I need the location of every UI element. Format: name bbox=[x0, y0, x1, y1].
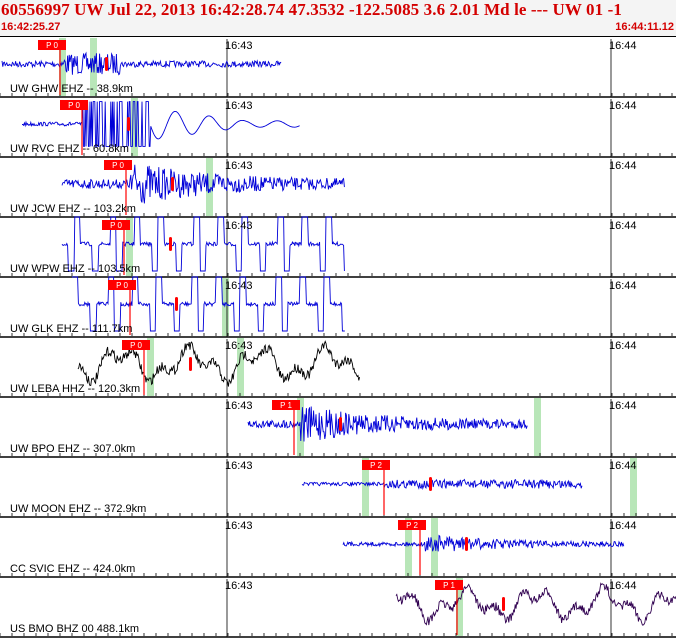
pick-label: P 1 bbox=[443, 581, 455, 590]
pick-label: P 0 bbox=[46, 41, 58, 50]
minute-tick-label: 16:44 bbox=[609, 40, 637, 52]
minute-tick-label: 16:44 bbox=[609, 100, 637, 112]
coda-marker bbox=[189, 357, 192, 371]
pick-label: P 2 bbox=[406, 521, 418, 530]
minute-tick-label: 16:43 bbox=[225, 580, 253, 592]
window-start-time: 16:42:25.27 bbox=[1, 21, 61, 33]
waveform-trace bbox=[61, 164, 345, 204]
pick-label: P 0 bbox=[130, 341, 142, 350]
station-channel-label: US BMO BHZ 00 488.1km bbox=[10, 623, 139, 635]
minute-tick-label: 16:44 bbox=[609, 220, 637, 232]
minute-tick-label: 16:43 bbox=[225, 400, 253, 412]
waveform-trace bbox=[247, 406, 528, 442]
minute-tick-label: 16:43 bbox=[225, 520, 253, 532]
coda-marker bbox=[127, 117, 130, 131]
minute-tick-label: 16:43 bbox=[225, 340, 253, 352]
minute-tick-label: 16:44 bbox=[609, 520, 637, 532]
station-channel-label: UW GLK EHZ -- 111.7km bbox=[10, 323, 133, 335]
window-end-time: 16:44:11.12 bbox=[615, 21, 674, 33]
pick-label: P 0 bbox=[68, 101, 80, 110]
minute-tick-label: 16:43 bbox=[225, 280, 253, 292]
minute-tick-label: 16:44 bbox=[609, 460, 637, 472]
minute-tick-label: 16:44 bbox=[609, 340, 637, 352]
pick-label: P 0 bbox=[116, 281, 128, 290]
seismogram-canvas[interactable]: P 0 P 0 P 0 P 0 P 0 P 0 P 1 P 2 P 2 P 1 bbox=[0, 37, 676, 639]
waveform-trace bbox=[77, 340, 361, 387]
seismogram-panel[interactable]: P 0 P 0 P 0 P 0 P 0 P 0 P 1 P 2 P 2 P 1 16:43 16:4… bbox=[0, 36, 676, 639]
pick-label: P 1 bbox=[280, 401, 292, 410]
minute-tick-label: 16:43 bbox=[225, 160, 253, 172]
station-channel-label: UW LEBA HHZ -- 120.3km bbox=[10, 383, 141, 395]
waveform-trace bbox=[342, 534, 625, 552]
coda-marker bbox=[429, 477, 432, 491]
analysis-window-band bbox=[534, 398, 541, 456]
waveform-trace bbox=[1, 51, 282, 76]
station-channel-label: UW JCW EHZ -- 103.2km bbox=[10, 203, 136, 215]
coda-marker bbox=[465, 537, 468, 551]
coda-marker bbox=[169, 237, 172, 251]
station-channel-label: UW WPW EHZ -- 103.5km bbox=[10, 263, 141, 275]
minute-tick-label: 16:43 bbox=[225, 100, 253, 112]
station-channel-label: UW RVC EHZ -- 60.8km bbox=[10, 143, 129, 155]
pick-label: P 0 bbox=[112, 161, 124, 170]
pick-label: P 0 bbox=[110, 221, 122, 230]
station-channel-label: UW MOON EHZ -- 372.9km bbox=[10, 503, 147, 515]
minute-tick-label: 16:43 bbox=[225, 220, 253, 232]
coda-marker bbox=[339, 417, 342, 431]
station-channel-label: CC SVIC EHZ -- 424.0km bbox=[10, 563, 136, 575]
minute-tick-label: 16:44 bbox=[609, 580, 637, 592]
waveform-trace bbox=[301, 478, 583, 491]
minute-tick-label: 16:44 bbox=[609, 400, 637, 412]
station-channel-label: UW BPO EHZ -- 307.0km bbox=[10, 443, 136, 455]
minute-tick-label: 16:44 bbox=[609, 280, 637, 292]
minute-tick-label: 16:43 bbox=[225, 460, 253, 472]
coda-marker bbox=[171, 177, 174, 191]
coda-marker bbox=[175, 297, 178, 311]
coda-marker bbox=[502, 597, 505, 611]
pick-label: P 2 bbox=[370, 461, 382, 470]
event-title: 60556997 UW Jul 22, 2013 16:42:28.74 47.… bbox=[1, 0, 622, 19]
event-header: 60556997 UW Jul 22, 2013 16:42:28.74 47.… bbox=[0, 0, 676, 36]
minute-tick-label: 16:43 bbox=[225, 40, 253, 52]
coda-marker bbox=[105, 57, 108, 71]
minute-tick-label: 16:44 bbox=[609, 160, 637, 172]
station-channel-label: UW GHW EHZ -- 38.9km bbox=[10, 83, 133, 95]
